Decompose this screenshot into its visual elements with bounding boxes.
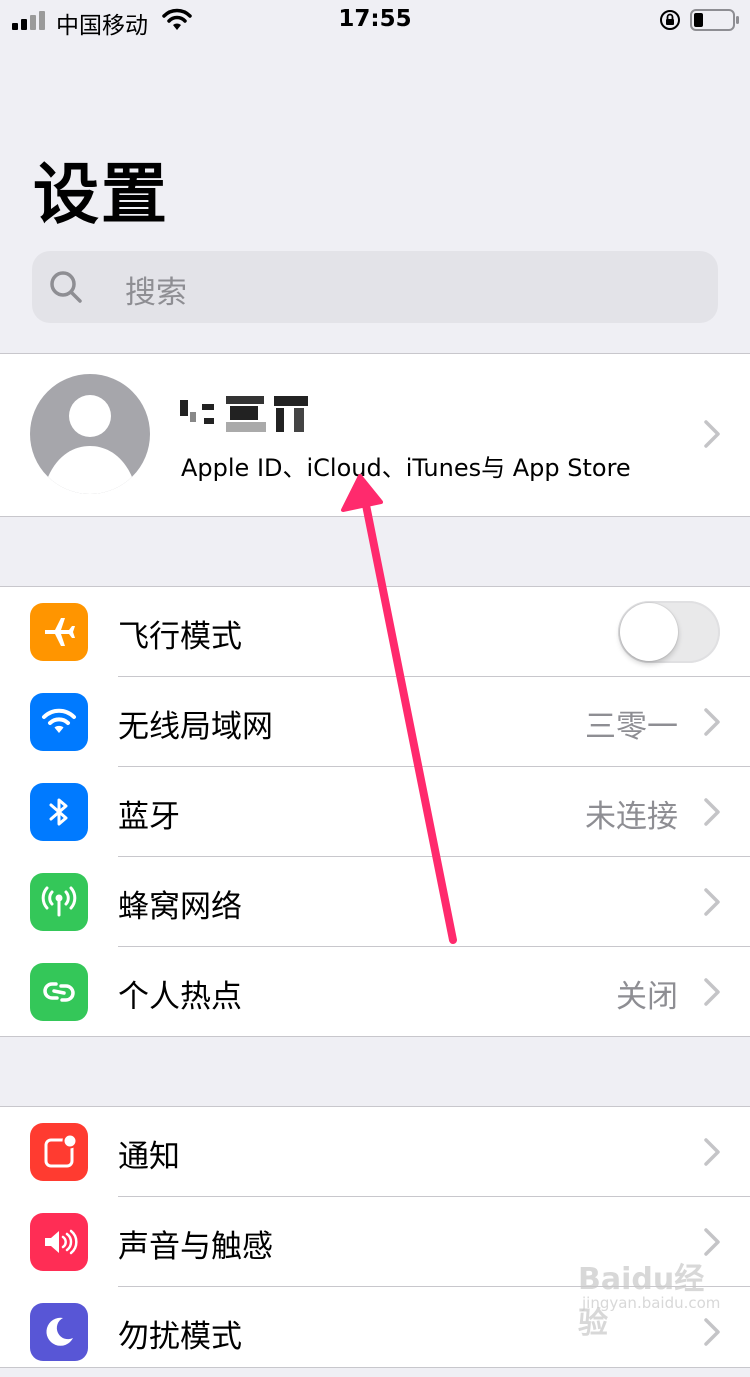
cellular-icon (30, 873, 88, 931)
notifications-icon (30, 1123, 88, 1181)
row-label: 蜂窝网络 (118, 889, 242, 925)
moon-icon (30, 1303, 88, 1361)
row-airplane-mode[interactable]: 飞行模式 (0, 587, 750, 677)
search-placeholder: 搜索 (125, 275, 187, 311)
watermark-url: jingyan.baidu.com (582, 1294, 721, 1312)
airplane-mode-toggle[interactable] (618, 601, 720, 663)
row-label: 无线局域网 (118, 709, 273, 745)
chevron-right-icon (704, 1138, 720, 1166)
baidu-watermark: Baidu经验 jingyan.baidu.com (578, 1250, 728, 1341)
row-label: 通知 (118, 1139, 180, 1175)
search-icon (50, 271, 82, 303)
apple-id-row[interactable]: Apple ID、iCloud、iTunes与 App Store (0, 353, 750, 517)
page-title: 设置 (33, 156, 169, 233)
sound-icon (30, 1213, 88, 1271)
chevron-right-icon (704, 420, 720, 448)
chevron-right-icon (704, 888, 720, 916)
row-label: 声音与触感 (118, 1229, 273, 1265)
battery-icon (690, 9, 739, 31)
avatar (30, 374, 150, 494)
orientation-lock-icon (660, 10, 680, 30)
bluetooth-icon (30, 783, 88, 841)
toggle-knob (620, 603, 678, 661)
row-label: 个人热点 (118, 979, 242, 1015)
clock: 17:55 (338, 6, 412, 32)
hotspot-status: 关闭 (616, 979, 678, 1015)
status-bar: 中国移动 17:55 (0, 0, 750, 40)
row-notifications[interactable]: 通知 (0, 1107, 750, 1197)
airplane-icon (30, 603, 88, 661)
chevron-right-icon (704, 978, 720, 1006)
row-wifi[interactable]: 无线局域网 三零一 (0, 677, 750, 767)
wifi-network-name: 三零一 (585, 709, 678, 745)
bluetooth-status: 未连接 (585, 799, 678, 835)
row-bluetooth[interactable]: 蓝牙 未连接 (0, 767, 750, 857)
row-personal-hotspot[interactable]: 个人热点 关闭 (0, 947, 750, 1037)
wifi-icon (30, 693, 88, 751)
chevron-right-icon (704, 708, 720, 736)
chevron-right-icon (704, 798, 720, 826)
account-name-redacted (180, 392, 320, 432)
person-icon (48, 395, 132, 494)
row-label: 蓝牙 (118, 799, 180, 835)
row-label: 飞行模式 (118, 619, 242, 655)
search-field[interactable]: 搜索 (32, 251, 718, 323)
apple-id-subtitle: Apple ID、iCloud、iTunes与 App Store (181, 454, 631, 482)
hotspot-icon (30, 963, 88, 1021)
connectivity-group: 飞行模式 无线局域网 三零一 蓝牙 未连接 蜂窝网络 个人热点 关闭 (0, 586, 750, 1037)
row-cellular[interactable]: 蜂窝网络 (0, 857, 750, 947)
